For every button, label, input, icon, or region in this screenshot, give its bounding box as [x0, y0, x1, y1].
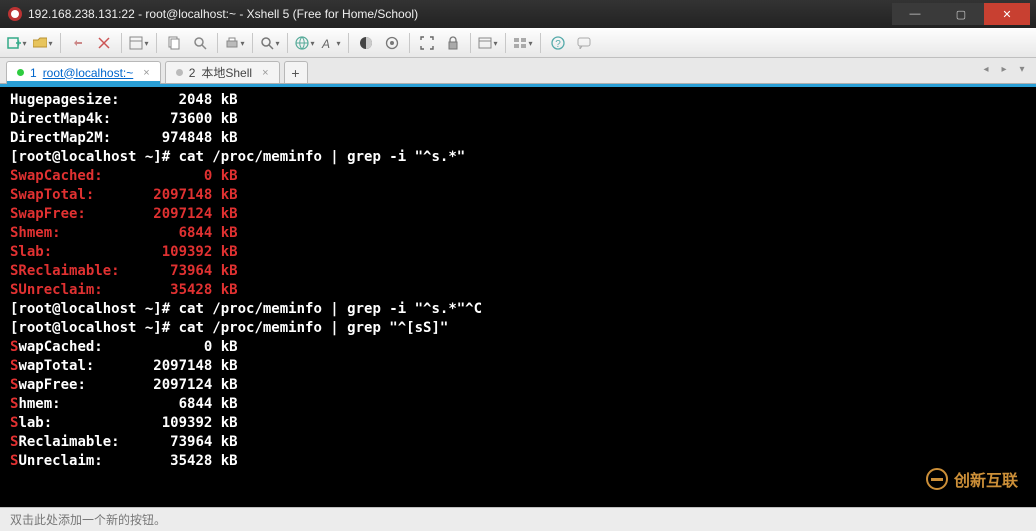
- new-tab-button[interactable]: +: [284, 61, 308, 83]
- svg-text:A: A: [321, 37, 330, 50]
- window-controls: — ▢ ✕: [892, 3, 1030, 25]
- toolbar-separator: [60, 33, 61, 53]
- toolbar-separator: [287, 33, 288, 53]
- tab-index: 2: [189, 66, 196, 80]
- lock-button[interactable]: [442, 32, 464, 54]
- reconnect-button[interactable]: [67, 32, 89, 54]
- toolbar-separator: [217, 33, 218, 53]
- tab-session-2[interactable]: 2 本地Shell ×: [165, 61, 280, 83]
- statusbar-hint: 双击此处添加一个新的按钮。: [10, 511, 166, 528]
- tab-index: 1: [30, 66, 37, 80]
- open-button[interactable]: [32, 32, 54, 54]
- encoding-button[interactable]: [294, 32, 316, 54]
- toolbar-separator: [121, 33, 122, 53]
- tab-scroll-right-icon[interactable]: ▸: [996, 61, 1012, 77]
- app-icon: [8, 7, 22, 21]
- print-button[interactable]: [224, 32, 246, 54]
- terminal-output[interactable]: Hugepagesize: 2048 kBDirectMap4k: 73600 …: [0, 84, 1036, 507]
- disconnect-button[interactable]: [93, 32, 115, 54]
- fullscreen-button[interactable]: [416, 32, 438, 54]
- status-dot-connected-icon: [17, 69, 24, 76]
- tab-session-1[interactable]: 1 root@localhost:~ ×: [6, 61, 161, 83]
- session-tabstrip: 1 root@localhost:~ × 2 本地Shell × + ◂ ▸ ▾: [0, 58, 1036, 84]
- toolbar-separator: [540, 33, 541, 53]
- close-button[interactable]: ✕: [984, 3, 1030, 25]
- find-button[interactable]: [259, 32, 281, 54]
- font-button[interactable]: A: [320, 32, 342, 54]
- minimize-button[interactable]: —: [892, 3, 938, 25]
- chat-button[interactable]: [573, 32, 595, 54]
- window-title: 192.168.238.131:22 - root@localhost:~ - …: [28, 7, 892, 21]
- toolbar-separator: [156, 33, 157, 53]
- window-titlebar: 192.168.238.131:22 - root@localhost:~ - …: [0, 0, 1036, 28]
- toolbar-separator: [252, 33, 253, 53]
- copy-button[interactable]: [163, 32, 185, 54]
- tab-label: 本地Shell: [201, 64, 252, 81]
- status-bar[interactable]: 双击此处添加一个新的按钮。: [0, 507, 1036, 531]
- svg-text:?: ?: [555, 39, 561, 50]
- toolbar-separator: [348, 33, 349, 53]
- tab-label: root@localhost:~: [43, 66, 134, 80]
- properties-button[interactable]: [128, 32, 150, 54]
- tile-button[interactable]: [512, 32, 534, 54]
- main-toolbar: A ?: [0, 28, 1036, 58]
- tab-close-icon[interactable]: ×: [262, 67, 268, 79]
- new-session-button[interactable]: [6, 32, 28, 54]
- tab-overflow-controls: ◂ ▸ ▾: [978, 61, 1030, 77]
- tab-list-dropdown-icon[interactable]: ▾: [1014, 61, 1030, 77]
- toolbar-separator: [409, 33, 410, 53]
- maximize-button[interactable]: ▢: [938, 3, 984, 25]
- paste-button[interactable]: [189, 32, 211, 54]
- tab-close-icon[interactable]: ×: [143, 67, 149, 79]
- tab-scroll-left-icon[interactable]: ◂: [978, 61, 994, 77]
- layout-button[interactable]: [477, 32, 499, 54]
- color-scheme-button[interactable]: [355, 32, 377, 54]
- toolbar-separator: [470, 33, 471, 53]
- highlight-button[interactable]: [381, 32, 403, 54]
- help-button[interactable]: ?: [547, 32, 569, 54]
- status-dot-idle-icon: [176, 69, 183, 76]
- toolbar-separator: [505, 33, 506, 53]
